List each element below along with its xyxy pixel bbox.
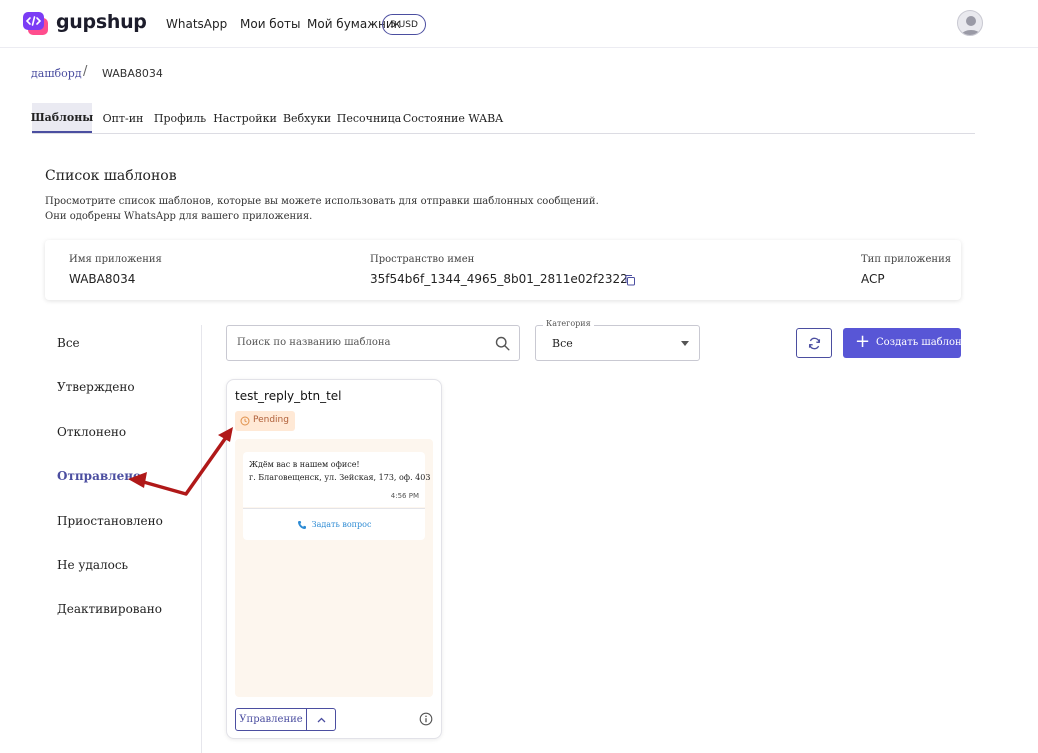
nav-whatsapp[interactable]: WhatsApp: [166, 17, 227, 31]
top-navigation-bar: gupshup WhatsApp Мои боты Мой бумажник 5…: [0, 0, 1038, 48]
message-time: 4:56 PM: [390, 492, 419, 500]
plus-icon: +: [855, 331, 871, 352]
gupshup-logo-icon[interactable]: [22, 11, 50, 37]
phone-icon: [297, 520, 306, 529]
user-avatar[interactable]: [957, 10, 983, 36]
section-title: Список шаблонов: [45, 168, 177, 184]
search-icon[interactable]: [495, 336, 510, 351]
message-line-1: Ждём вас в нашем офисе!: [249, 460, 360, 469]
message-line-2: г. Благовещенск, ул. Зейская, 173, оф. 4…: [249, 473, 431, 482]
section-description-line-1: Просмотрите список шаблонов, которые вы …: [45, 196, 599, 207]
ask-question-label: Задать вопрос: [311, 520, 372, 529]
copy-icon[interactable]: [624, 274, 636, 286]
sidebar-divider: [201, 325, 202, 753]
namespace-label: Пространство имен: [370, 254, 475, 265]
template-card[interactable]: test_reply_btn_tel Pending Ждём вас в на…: [226, 379, 442, 739]
user-avatar-icon: [961, 16, 981, 35]
app-name-value: WABA8034: [69, 272, 136, 286]
chevron-down-icon: [681, 341, 689, 346]
chevron-up-icon: [317, 717, 325, 722]
app-name-label: Имя приложения: [69, 254, 162, 265]
filter-submitted[interactable]: Отправлено: [57, 469, 141, 483]
tab-bar: Шаблоны Опт-ин Профиль Настройки Вебхуки…: [31, 103, 975, 134]
create-template-label: Создать шаблон: [876, 337, 962, 348]
category-select[interactable]: Категория Все: [535, 319, 700, 361]
wallet-balance-badge[interactable]: 5 USD: [382, 14, 426, 35]
refresh-button[interactable]: [796, 328, 832, 358]
tab-settings[interactable]: Настройки: [213, 103, 277, 133]
status-text: Pending: [253, 415, 289, 425]
manage-menu-toggle[interactable]: [306, 708, 336, 731]
category-value: Все: [552, 337, 573, 350]
category-label: Категория: [543, 319, 594, 328]
refresh-icon: [808, 337, 820, 349]
nav-my-bots[interactable]: Мои боты: [240, 17, 301, 31]
tab-templates[interactable]: Шаблоны: [31, 103, 93, 133]
filter-all[interactable]: Все: [57, 336, 80, 350]
template-search-input[interactable]: Поиск по названию шаблона: [226, 325, 520, 361]
app-info-card: Имя приложения WABA8034 Пространство име…: [45, 240, 961, 300]
breadcrumb-separator: /: [83, 64, 88, 79]
info-icon[interactable]: [419, 712, 433, 726]
status-badge: Pending: [235, 411, 295, 431]
tab-profile[interactable]: Профиль: [154, 103, 206, 133]
breadcrumb-current: WABA8034: [102, 67, 163, 80]
create-template-button[interactable]: + Создать шаблон: [843, 328, 962, 358]
namespace-value: 35f54b6f_1344_4965_8b01_2811e02f2322: [370, 272, 628, 286]
breadcrumb-dashboard-link[interactable]: дашборд: [31, 67, 82, 80]
ask-question-button[interactable]: Задать вопрос: [243, 508, 425, 540]
section-description-line-2: Они одобрены WhatsApp для вашего приложе…: [45, 211, 313, 222]
filter-approved[interactable]: Утверждено: [57, 380, 135, 394]
annotation-arrow-shape: [128, 427, 233, 496]
tab-waba-status[interactable]: Состояние WABA: [403, 103, 503, 133]
template-name: test_reply_btn_tel: [235, 389, 342, 403]
filter-rejected[interactable]: Отклонено: [57, 425, 126, 439]
brand-name[interactable]: gupshup: [56, 11, 147, 33]
filter-paused[interactable]: Приостановлено: [57, 514, 163, 528]
filter-deactivated[interactable]: Деактивировано: [57, 602, 162, 616]
message-bubble: Ждём вас в нашем офисе! г. Благовещенск,…: [243, 452, 430, 507]
tab-webhooks[interactable]: Вебхуки: [283, 103, 331, 133]
app-type-value: ACP: [861, 272, 885, 286]
search-placeholder: Поиск по названию шаблона: [237, 337, 391, 348]
manage-button[interactable]: Управление: [235, 708, 307, 731]
tab-sandbox[interactable]: Песочница: [337, 103, 401, 133]
app-type-label: Тип приложения: [861, 254, 952, 265]
tab-opt-in[interactable]: Опт-ин: [99, 103, 147, 133]
clock-icon: [240, 416, 250, 426]
filter-failed[interactable]: Не удалось: [57, 558, 128, 572]
message-preview: Ждём вас в нашем офисе! г. Благовещенск,…: [235, 439, 433, 697]
